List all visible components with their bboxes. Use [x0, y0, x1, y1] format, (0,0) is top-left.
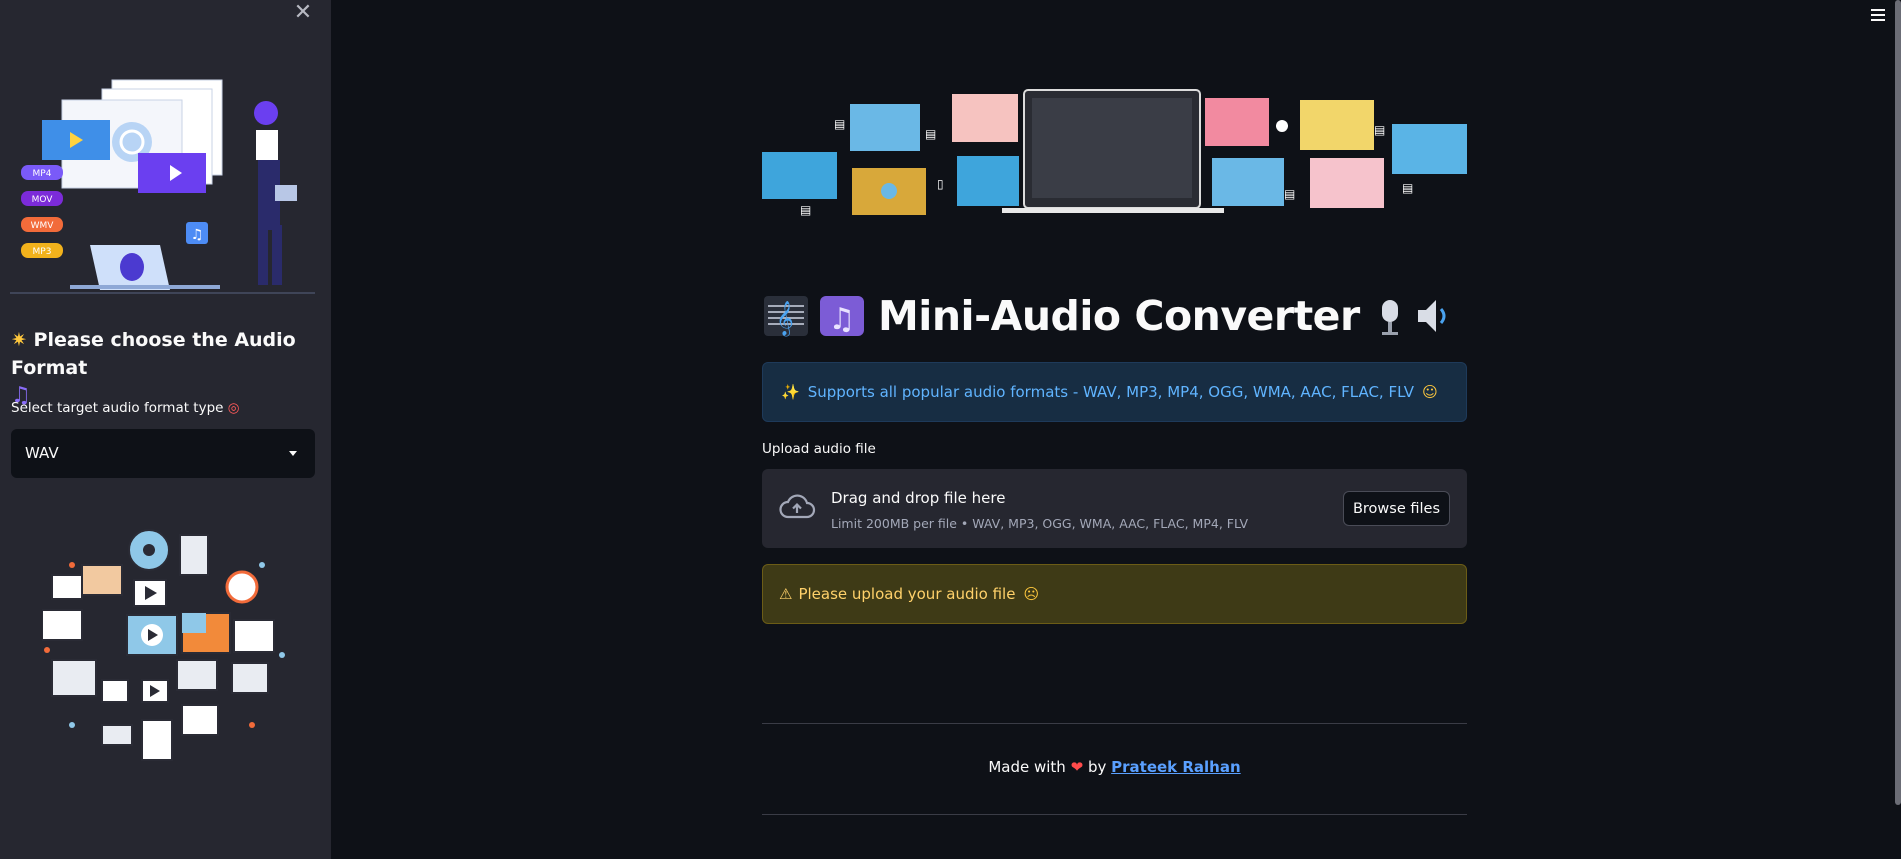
footer-divider-bottom: [762, 814, 1467, 815]
info-alert: ✨ Supports all popular audio formats - W…: [762, 362, 1467, 422]
media-banner-image: ▤ ▤ ▤ ▯ ▤ ▤ ▤: [762, 89, 1467, 217]
format-select-label: Select target audio format type ◎: [11, 400, 240, 416]
dropzone-limit-text: Limit 200MB per file • WAV, MP3, OGG, WM…: [831, 516, 1249, 531]
file-dropzone[interactable]: Drag and drop file here Limit 200MB per …: [762, 469, 1467, 548]
svg-text:▤: ▤: [1402, 181, 1413, 195]
footer-divider-top: [762, 723, 1467, 724]
svg-text:♫: ♫: [191, 227, 204, 243]
microphone-icon: [1381, 300, 1398, 335]
target-icon: ◎: [227, 400, 240, 416]
badge-wmv: WMV: [31, 221, 55, 231]
browse-files-button[interactable]: Browse files: [1343, 491, 1450, 526]
cloud-upload-icon: [779, 494, 816, 519]
svg-text:▤: ▤: [800, 203, 811, 217]
warning-alert: ⚠ Please upload your audio file ☹: [762, 564, 1467, 624]
info-alert-text: Supports all popular audio formats - WAV…: [807, 383, 1415, 401]
svg-text:▤: ▤: [925, 127, 936, 141]
format-select-value: WAV: [25, 444, 59, 462]
wink-emoji-icon: ☺: [1422, 383, 1438, 401]
musical-score-icon: 𝄞: [764, 296, 808, 337]
format-select[interactable]: WAV: [11, 429, 315, 478]
surprised-emoji-icon: ☹: [1023, 585, 1040, 603]
sidebar-heading: ✷ Please choose the Audio Format ♫: [11, 329, 296, 408]
page-title-row: 𝄞 ♫ Mini-Audio Converter: [762, 288, 1462, 344]
sidebar: ✕ MP4 MOV WMV MP3 ♫ ✷ Please choose the …: [0, 0, 331, 859]
media-icons-illustration: [42, 529, 285, 761]
format-conversion-illustration: MP4 MOV WMV MP3 ♫: [10, 79, 315, 294]
chevron-down-icon: [289, 451, 297, 456]
hamburger-menu-icon[interactable]: [1869, 6, 1887, 24]
dropzone-title: Drag and drop file here: [831, 489, 1006, 507]
badge-mp4: MP4: [33, 169, 52, 179]
footer: Made with ❤ by Prateek Ralhan: [988, 758, 1241, 776]
svg-text:𝄞: 𝄞: [776, 301, 794, 337]
svg-text:▤: ▤: [1284, 187, 1295, 201]
scrollbar[interactable]: [1895, 0, 1901, 805]
page-title: Mini-Audio Converter: [878, 292, 1360, 340]
warning-alert-text: Please upload your audio file: [798, 585, 1016, 603]
upload-label: Upload audio file: [762, 441, 876, 457]
musical-notes-icon: ♫: [820, 296, 864, 337]
warning-icon: ⚠: [779, 585, 793, 603]
author-link[interactable]: Prateek Ralhan: [1111, 758, 1241, 776]
speaker-icon: [1417, 300, 1446, 332]
svg-text:▤: ▤: [834, 117, 845, 131]
badge-mov: MOV: [32, 195, 54, 205]
sparkle-icon: ✷: [11, 329, 27, 351]
heart-icon: ❤: [1070, 758, 1084, 776]
close-sidebar-button[interactable]: ✕: [292, 2, 314, 24]
sparkles-icon: ✨: [781, 383, 800, 401]
svg-text:▯: ▯: [937, 177, 944, 191]
svg-text:▤: ▤: [1374, 123, 1385, 137]
badge-mp3: MP3: [33, 247, 52, 257]
svg-text:♫: ♫: [829, 302, 856, 337]
